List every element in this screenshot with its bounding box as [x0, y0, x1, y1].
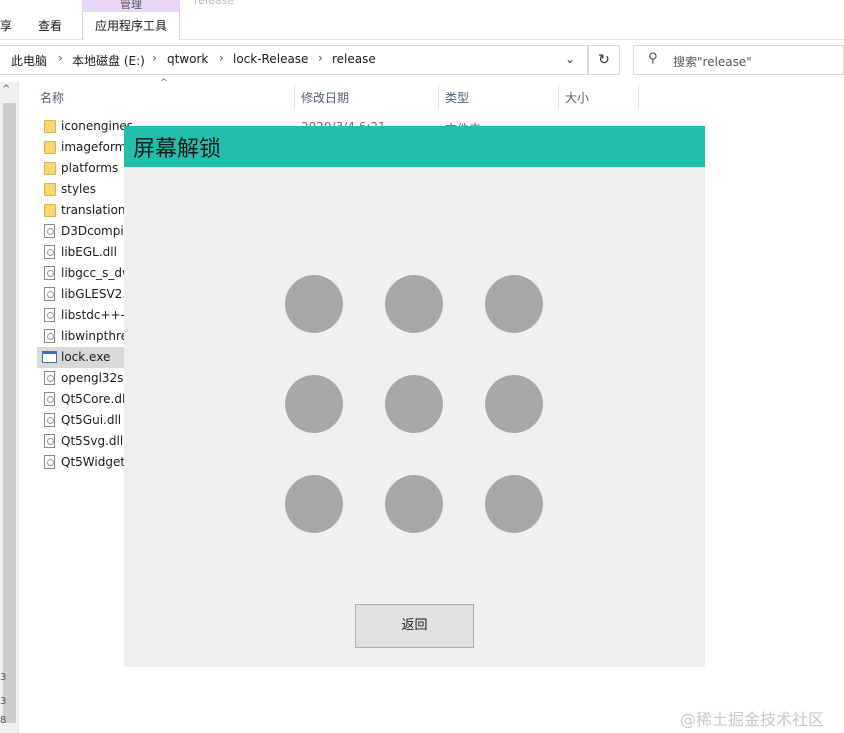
list-item[interactable]: Qt5Svg.dll	[37, 431, 127, 452]
breadcrumb-this-pc[interactable]: 此电脑	[11, 52, 47, 69]
list-item[interactable]: platforms	[37, 158, 127, 179]
breadcrumb-separator[interactable]: ›	[219, 51, 224, 65]
pattern-dot-2[interactable]	[385, 275, 443, 333]
scroll-up-icon[interactable]: ^	[2, 84, 10, 95]
list-item[interactable]: lock.exe	[37, 347, 127, 368]
tab-view[interactable]: 查看	[38, 17, 62, 34]
breadcrumb-drive[interactable]: 本地磁盘 (E:)	[72, 52, 145, 69]
dll-file-icon	[44, 392, 55, 406]
pattern-dot-8[interactable]	[385, 475, 443, 533]
dll-file-icon	[44, 245, 55, 259]
file-name: platforms	[61, 161, 119, 175]
exe-file-icon	[42, 351, 57, 363]
breadcrumb-lock-release[interactable]: lock-Release	[233, 52, 308, 66]
search-icon: ⚲	[648, 51, 658, 66]
dll-file-icon	[44, 413, 55, 427]
clipped-label: 3	[0, 672, 7, 683]
list-item[interactable]: libwinpthread-1.dll	[37, 326, 173, 347]
list-item[interactable]: iconengines	[37, 116, 133, 137]
list-item[interactable]: styles	[37, 179, 127, 200]
breadcrumb-qtwork[interactable]: qtwork	[167, 52, 208, 66]
dll-file-icon	[44, 455, 55, 469]
list-item[interactable]: Qt5Gui.dll	[37, 410, 127, 431]
column-header-type[interactable]: 类型	[445, 89, 469, 106]
sort-ascending-icon: ^	[160, 78, 168, 88]
list-item[interactable]: libGLESV2.dll	[37, 284, 140, 305]
folder-icon	[44, 141, 56, 154]
list-item[interactable]: Qt5Widgets.dll	[37, 452, 149, 473]
pattern-dot-5[interactable]	[385, 375, 443, 433]
column-divider[interactable]	[558, 84, 559, 110]
list-item[interactable]: translations	[37, 200, 132, 221]
pattern-dot-3[interactable]	[485, 275, 543, 333]
breadcrumb-release[interactable]: release	[332, 52, 376, 66]
refresh-button[interactable]: ↻	[588, 45, 620, 75]
file-name: Qt5Svg.dll	[61, 434, 124, 448]
folder-icon	[44, 162, 56, 175]
pattern-dot-7[interactable]	[285, 475, 343, 533]
clipped-label: 3	[0, 696, 7, 707]
pattern-dot-6[interactable]	[485, 375, 543, 433]
breadcrumb-separator[interactable]: ›	[58, 51, 63, 65]
folder-icon	[44, 183, 56, 196]
file-name: translations	[61, 203, 132, 217]
column-divider[interactable]	[638, 84, 639, 110]
dll-file-icon	[44, 434, 55, 448]
pattern-dot-4[interactable]	[285, 375, 343, 433]
dialog-title: 屏幕解锁	[133, 137, 222, 162]
file-name: lock.exe	[61, 350, 111, 364]
dll-file-icon	[44, 287, 55, 301]
dll-file-icon	[44, 329, 55, 343]
list-item[interactable]: libEGL.dll	[37, 242, 127, 263]
folder-icon	[44, 120, 56, 133]
breadcrumb-separator[interactable]: ›	[318, 51, 323, 65]
dll-file-icon	[44, 266, 55, 280]
tab-app-tools[interactable]: 应用程序工具	[82, 12, 180, 40]
dll-file-icon	[44, 308, 55, 322]
breadcrumb-separator[interactable]: ›	[152, 51, 157, 65]
column-header-size[interactable]: 大小	[565, 89, 589, 106]
clipped-label: 8	[0, 715, 7, 726]
pattern-dot-1[interactable]	[285, 275, 343, 333]
list-item[interactable]: libstdc++-6.dll	[37, 305, 151, 326]
file-name: libEGL.dll	[61, 245, 117, 259]
column-header-modified[interactable]: 修改日期	[301, 89, 349, 106]
window-title: release	[194, 0, 235, 7]
dll-file-icon	[44, 371, 55, 385]
back-button[interactable]: 返回	[355, 604, 474, 648]
list-item[interactable]: D3Dcompiler_47.dll	[37, 221, 179, 242]
file-name: iconengines	[61, 119, 134, 133]
watermark: @稀土掘金技术社区	[680, 710, 825, 729]
scrollbar-thumb[interactable]	[3, 103, 16, 723]
address-dropdown-icon[interactable]: ⌄	[565, 52, 575, 66]
file-name: Qt5Gui.dll	[61, 413, 122, 427]
dll-file-icon	[44, 224, 55, 238]
list-item[interactable]: Qt5Core.dll	[37, 389, 129, 410]
list-item[interactable]: imageformats	[37, 137, 145, 158]
search-placeholder: 搜索"release"	[673, 55, 752, 69]
list-item[interactable]: libgcc_s_dw2-1.dll	[37, 263, 169, 284]
context-group-label: 管理	[82, 0, 180, 12]
file-name: Qt5Core.dll	[61, 392, 129, 406]
column-divider[interactable]	[438, 84, 439, 110]
column-divider[interactable]	[294, 84, 295, 110]
folder-icon	[44, 204, 56, 217]
file-name: styles	[61, 182, 97, 196]
column-header-name[interactable]: 名称	[40, 89, 64, 106]
tab-share[interactable]: 享	[0, 17, 12, 34]
list-item[interactable]: opengl32sw.dll	[37, 368, 150, 389]
pattern-dot-9[interactable]	[485, 475, 543, 533]
